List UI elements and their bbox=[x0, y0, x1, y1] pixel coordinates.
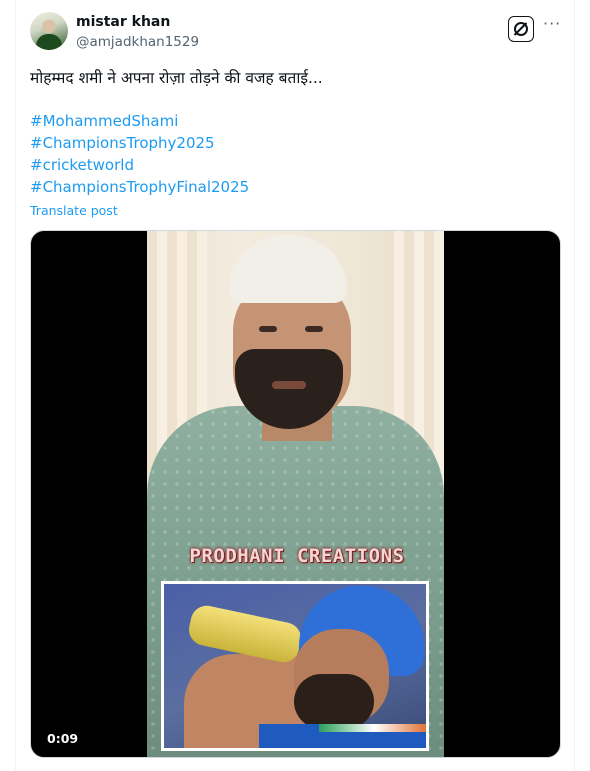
mouth bbox=[272, 381, 306, 389]
grok-icon[interactable] bbox=[508, 16, 534, 42]
hashtag-link[interactable]: #ChampionsTrophyFinal2025 bbox=[30, 176, 249, 198]
avatar[interactable] bbox=[30, 12, 68, 50]
prayer-cap bbox=[229, 235, 347, 303]
hashtag-link[interactable]: #MohammedShami bbox=[30, 110, 249, 132]
post-text: मोहम्मद शमी ने अपना रोज़ा तोड़ने की वजह … bbox=[30, 69, 323, 87]
inset-clip bbox=[161, 581, 429, 751]
eye-right bbox=[305, 326, 323, 332]
inset-beard bbox=[294, 674, 374, 729]
hashtag-list: #MohammedShami #ChampionsTrophy2025 #cri… bbox=[30, 110, 249, 198]
translate-post-link[interactable]: Translate post bbox=[30, 203, 118, 218]
author-handle[interactable]: @amjadkhan1529 bbox=[76, 34, 199, 50]
video-player[interactable]: PRODHANI CREATIONS 0:09 bbox=[30, 230, 561, 758]
video-watermark: PRODHANI CREATIONS bbox=[189, 545, 405, 567]
hashtag-link[interactable]: #cricketworld bbox=[30, 154, 249, 176]
inset-jersey bbox=[259, 724, 426, 748]
video-frame: PRODHANI CREATIONS bbox=[147, 231, 444, 757]
hashtag-link[interactable]: #ChampionsTrophy2025 bbox=[30, 132, 249, 154]
more-options-icon[interactable]: ··· bbox=[543, 14, 561, 33]
author-name[interactable]: mistar khan bbox=[76, 14, 170, 30]
eye-left bbox=[259, 326, 277, 332]
video-duration: 0:09 bbox=[47, 731, 79, 746]
